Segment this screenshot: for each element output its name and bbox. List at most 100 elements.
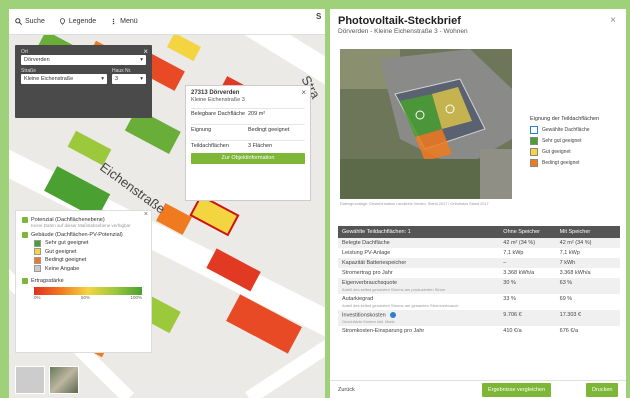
row-value-with-storage: 676 €/a [559,328,579,335]
legend-item: Bedingt geeignet [34,256,145,264]
table-row: Stromkosten-Einsparung pro Jahr 410 €/a 67… [338,326,620,336]
object-info-button[interactable]: Zur Objektinformation [191,153,305,164]
swatch-icon [530,126,538,134]
row-value-with-storage: 3.368 kWh/a [559,270,591,276]
legend-label: Legende [68,18,97,25]
row-value-with-storage: 17.303 € [559,312,582,318]
gradient-labels: 0% 50% 100% [34,295,142,300]
basemap-switcher [15,366,79,394]
row-note: Anteil des selbst genutzten Stroms am ge… [342,303,459,308]
table-row: Eigenverbrauchsquote Anteil des selbst ge… [338,278,620,294]
roof-legend-label: Gewählte Dachfläche [542,127,590,133]
popup-row-key: Belegbare Dachfläche [191,111,246,117]
panel-title: Photovoltaik-Steckbrief [338,15,461,27]
swatch-icon [530,137,538,145]
photo-credit: Datengrundlage: Geoinformation Landkreis… [340,202,489,206]
close-icon[interactable]: × [301,88,306,97]
strasse-value: Kleine Eichenstraße [24,76,74,82]
swatch-icon [530,148,538,156]
gradient-max-label: 100% [130,295,142,300]
row-value-with-storage: 7,1 kWp [559,250,580,256]
print-button[interactable]: Drucken [586,382,619,397]
popup-row-value: 209 m² [248,111,266,117]
close-icon[interactable]: × [144,211,148,218]
row-label: Eigenverbrauchsquote [342,280,398,286]
roof-legend-label: Sehr gut geeignet [542,138,582,144]
row-note: Anteil des selbst genutzten Stroms am pr… [342,287,446,292]
info-icon[interactable] [389,312,396,318]
row-value-with-storage: 42 m² (34 %) [559,240,592,246]
legend-button[interactable]: Legende [59,18,96,25]
roof-legend-label: Gut geeignet [542,149,571,155]
panel-footer: Zurück Ergebnisse vergleichen Drucken [330,380,626,398]
row-value-without-storage: 9.706 € [503,312,522,318]
chevron-down-icon: ▾ [140,57,143,63]
ort-select[interactable]: Dörverden ▾ [21,55,146,65]
legend-icon [59,18,65,25]
row-value-with-storage: 69 % [559,296,573,302]
close-icon[interactable]: × [610,15,616,26]
basemap-map-thumbnail[interactable] [15,366,45,394]
row-value-without-storage: 410 €/a [503,328,522,335]
strasse-select[interactable]: Kleine Eichenstraße ▾ [21,74,107,84]
legend-item: Keine Angabe [34,265,145,272]
row-value-with-storage: 63 % [559,280,573,286]
search-icon [15,18,22,25]
header-cell: Mit Speicher [559,229,591,235]
aerial-image [340,49,512,199]
table-row: Stromertrag pro Jahr 3.368 kWh/a 3.368 kWh… [338,268,620,278]
roof-suitability-legend: Eignung der Teildachflächen Gewählte Dac… [530,116,620,167]
table-row: Autarkiegrad Anteil des selbst genutzten … [338,294,620,310]
row-label: Autarkiegrad [342,296,374,302]
swatch-icon [34,265,41,272]
aerial-photo [340,49,512,199]
basemap-aerial-thumbnail[interactable] [49,366,79,394]
row-value-without-storage: 3.368 kWh/a [503,270,535,276]
compare-results-button[interactable]: Ergebnisse vergleichen [482,382,552,397]
table-row: Investitionskosten Geschätzte Kosten inkl… [338,310,620,327]
legend-item-label: Bedingt geeignet [45,257,87,263]
popup-row: Eignung Bedingt geeignet [191,124,305,140]
row-value-without-storage: 7,1 kWp [503,250,524,256]
back-button[interactable]: Zurück [338,387,355,393]
pv-profile-panel: Photovoltaik-Steckbrief Dörverden - Klei… [330,9,626,398]
row-value-without-storage: 42 m² (34 %) [503,240,536,246]
roofs-layer-label: Gebäude (Dachflächen-PV-Potenzial) [31,232,123,238]
building-info-popup: × 27313 Dörverden Kleine Eichenstraße 3 … [185,85,311,201]
hausnr-select[interactable]: 3 ▾ [112,74,146,84]
legend-item-label: Sehr gut geeignet [45,240,89,246]
table-row: Kapazität Batteriespeicher – 7 kWh [338,258,620,268]
yield-layer-toggle[interactable]: Ertragsstärke [22,278,145,284]
address-search-panel: × Ort Dörverden ▾ Straße Kleine Eichenst… [15,45,152,118]
legend-item: Sehr gut geeignet [34,239,145,247]
swatch-icon [34,239,41,247]
row-label: Leistung PV-Anlage [342,250,391,256]
row-value-without-storage: – [503,260,507,266]
swatch-icon [34,256,41,264]
ort-value: Dörverden [24,57,50,63]
roofs-layer-toggle[interactable]: Gebäude (Dachflächen-PV-Potenzial) [22,232,145,238]
table-row: Leistung PV-Anlage 7,1 kWp 7,1 kWp [338,248,620,258]
close-icon[interactable]: × [143,47,148,56]
map-toolbar: Suche Legende Menü [9,9,325,35]
hausnr-value: 3 [115,76,119,82]
popup-row-value: 3 Flächen [248,143,273,149]
menu-button[interactable]: Menü [110,18,138,25]
search-button[interactable]: Suche [15,18,45,25]
checkbox-icon [22,217,28,223]
search-label: Suche [25,18,45,25]
row-label: Kapazität Batteriespeicher [342,260,407,266]
popup-row-key: Teildachflächen [191,143,229,149]
table-row: Belegte Dachfläche 42 m² (34 %) 42 m² (34 … [338,238,620,248]
header-cell: Ohne Speicher [503,229,540,235]
table-body: Belegte Dachfläche 42 m² (34 %) 42 m² (34 … [338,238,620,336]
row-label: Stromkosten-Einsparung pro Jahr [342,328,425,335]
yield-gradient-bar [34,287,142,295]
roof-legend-item: Gewählte Dachfläche [530,126,620,134]
row-label: Stromertrag pro Jahr [342,270,393,276]
swatch-icon [530,159,538,167]
popup-subtitle: Kleine Eichenstraße 3 [191,97,245,103]
roof-legend-label: Bedingt geeignet [542,160,580,166]
table-header: Gewählte Teildachflächen: 1 Ohne Speiche… [338,226,620,238]
row-value-without-storage: 33 % [503,296,516,302]
